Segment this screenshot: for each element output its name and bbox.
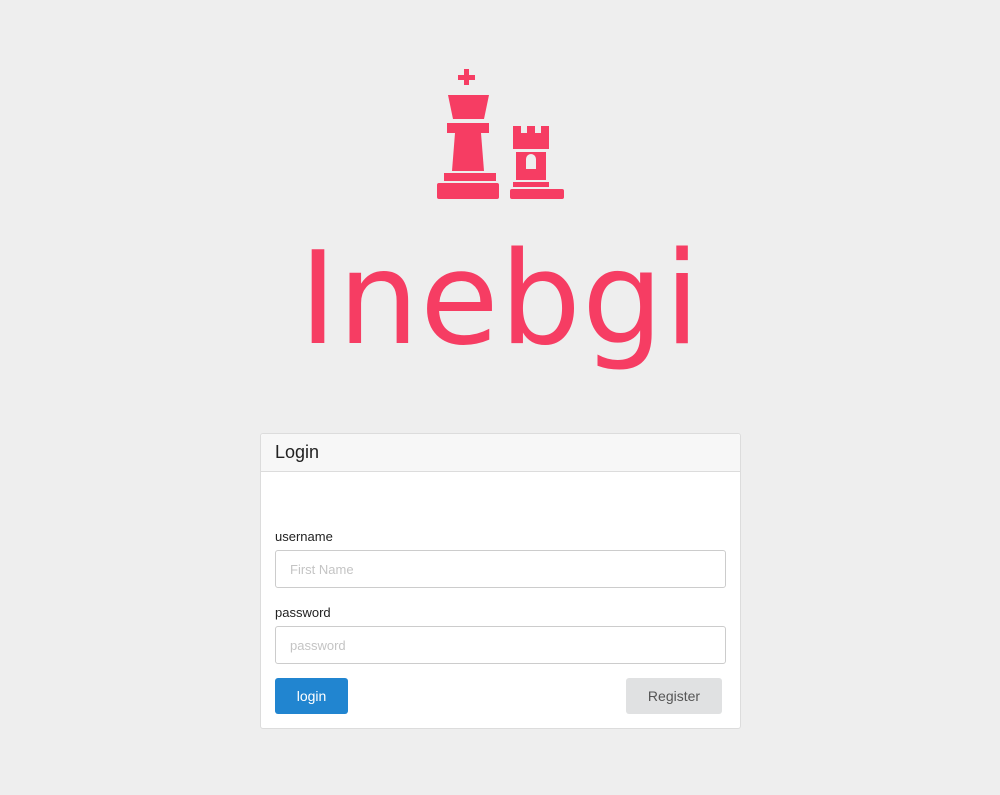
login-card: Login username password login Register xyxy=(260,433,741,729)
login-card-title: Login xyxy=(275,442,320,462)
chess-rook-icon xyxy=(510,126,564,199)
password-input[interactable] xyxy=(275,626,726,664)
password-label: password xyxy=(275,605,331,620)
chess-king-icon xyxy=(437,69,499,199)
register-button[interactable]: Register xyxy=(626,678,722,714)
brand-title: Inebgi xyxy=(299,225,701,374)
username-input[interactable] xyxy=(275,550,726,588)
login-card-header: Login xyxy=(261,434,740,472)
login-button[interactable]: login xyxy=(275,678,348,714)
chess-logo-icon xyxy=(436,68,566,200)
username-label: username xyxy=(275,529,333,544)
